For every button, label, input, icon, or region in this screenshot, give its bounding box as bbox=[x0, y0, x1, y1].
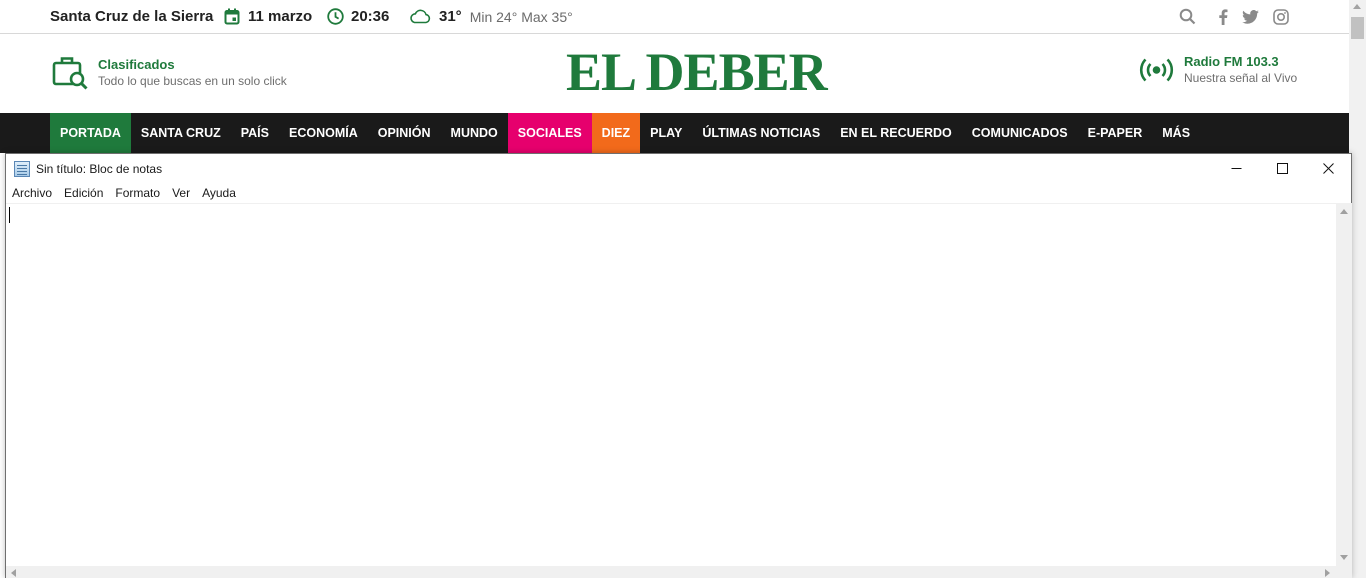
min-max-temperature: Min 24° Max 35° bbox=[469, 8, 573, 25]
maximize-icon bbox=[1276, 163, 1288, 174]
nav-item-e-paper[interactable]: E-PAPER bbox=[1078, 113, 1153, 153]
notepad-title-bar[interactable]: Sin título: Bloc de notas bbox=[6, 154, 1351, 183]
close-button[interactable] bbox=[1305, 154, 1351, 183]
temperature-value: 31° bbox=[439, 8, 462, 25]
menu-ayuda[interactable]: Ayuda bbox=[196, 186, 242, 200]
city-label: Santa Cruz de la Sierra bbox=[50, 8, 214, 25]
nav-item-santa-cruz[interactable]: SANTA CRUZ bbox=[131, 113, 231, 153]
nav-item-diez[interactable]: DIEZ bbox=[591, 113, 641, 153]
menu-edicion[interactable]: Edición bbox=[58, 186, 109, 200]
notepad-menu-bar: Archivo Edición Formato Ver Ayuda bbox=[6, 183, 242, 203]
nav-item-opinion[interactable]: OPINIÓN bbox=[368, 113, 441, 153]
date-value: 11 marzo bbox=[248, 8, 313, 25]
clasificados-link[interactable]: Clasificados Todo lo que buscas en un so… bbox=[52, 54, 287, 92]
site-header: Clasificados Todo lo que buscas en un so… bbox=[0, 34, 1349, 113]
topbar-actions bbox=[1179, 0, 1289, 33]
nav-item-portada[interactable]: PORTADA bbox=[50, 113, 131, 153]
notepad-app-icon bbox=[14, 160, 30, 177]
nav-item-sociales[interactable]: SOCIALES bbox=[507, 113, 592, 153]
text-caret bbox=[9, 207, 10, 223]
scrollbar-corner bbox=[1336, 566, 1352, 578]
nav-item-mundo[interactable]: MUNDO bbox=[441, 113, 508, 153]
nav-list: PORTADA SANTA CRUZ PAÍS ECONOMÍA OPINIÓN… bbox=[50, 113, 1200, 153]
maximize-button[interactable] bbox=[1259, 154, 1305, 183]
site-logo[interactable]: EL DEBER bbox=[566, 42, 828, 102]
nav-item-play[interactable]: PLAY bbox=[640, 113, 692, 153]
scroll-down-arrow-icon[interactable] bbox=[1340, 555, 1348, 560]
notepad-vertical-scrollbar[interactable] bbox=[1336, 203, 1352, 566]
nav-item-en-el-recuerdo[interactable]: EN EL RECUERDO bbox=[830, 113, 962, 153]
page-scrollbar-thumb[interactable] bbox=[1351, 17, 1364, 39]
close-icon bbox=[1322, 163, 1334, 174]
menu-formato[interactable]: Formato bbox=[109, 186, 166, 200]
minimize-icon bbox=[1231, 168, 1241, 169]
nav-item-comunicados[interactable]: COMUNICADOS bbox=[962, 113, 1078, 153]
scroll-right-arrow-icon[interactable] bbox=[1325, 569, 1330, 577]
scroll-left-arrow-icon[interactable] bbox=[11, 569, 16, 577]
briefcase-search-icon bbox=[52, 54, 89, 92]
nav-item-pais[interactable]: PAÍS bbox=[231, 113, 279, 153]
main-nav: PORTADA SANTA CRUZ PAÍS ECONOMÍA OPINIÓN… bbox=[0, 113, 1349, 153]
instagram-icon[interactable] bbox=[1273, 8, 1289, 25]
nav-item-mas[interactable]: MÁS bbox=[1152, 113, 1200, 153]
minimize-button[interactable] bbox=[1213, 154, 1259, 183]
twitter-icon[interactable] bbox=[1242, 9, 1259, 24]
nav-item-ultimas-noticias[interactable]: ÚLTIMAS NOTICIAS bbox=[692, 113, 830, 153]
scroll-up-arrow-icon[interactable] bbox=[1353, 4, 1361, 9]
top-info-bar: Santa Cruz de la Sierra 11 marzo 20:36 3… bbox=[0, 0, 1349, 34]
clock-icon bbox=[327, 8, 344, 25]
clasificados-subtitle: Todo lo que buscas en un solo click bbox=[98, 74, 287, 88]
cloud-icon bbox=[409, 9, 431, 24]
date-display: 11 marzo bbox=[224, 0, 312, 33]
calendar-icon bbox=[224, 8, 240, 25]
time-value: 20:36 bbox=[351, 8, 390, 25]
clasificados-text: Clasificados Todo lo que buscas en un so… bbox=[98, 57, 287, 89]
notepad-window: Sin título: Bloc de notas Archivo Edició… bbox=[5, 153, 1352, 578]
facebook-icon[interactable] bbox=[1218, 8, 1228, 25]
radio-title: Radio FM 103.3 bbox=[1184, 54, 1279, 69]
notepad-title: Sin título: Bloc de notas bbox=[36, 161, 163, 176]
window-controls bbox=[1213, 154, 1351, 183]
time-display: 20:36 bbox=[327, 0, 389, 33]
radio-link[interactable]: Radio FM 103.3 Nuestra señal al Vivo bbox=[1138, 54, 1297, 86]
menu-ver[interactable]: Ver bbox=[166, 186, 196, 200]
search-icon[interactable] bbox=[1179, 8, 1196, 25]
nav-item-economia[interactable]: ECONOMÍA bbox=[279, 113, 368, 153]
scroll-up-arrow-icon[interactable] bbox=[1340, 209, 1348, 214]
radio-signal-icon bbox=[1138, 57, 1175, 83]
notepad-text-area[interactable] bbox=[6, 203, 1336, 566]
radio-text: Radio FM 103.3 Nuestra señal al Vivo bbox=[1184, 54, 1297, 86]
clasificados-title: Clasificados bbox=[98, 57, 175, 72]
weather-display: 31° Min 24° Max 35° bbox=[409, 0, 573, 33]
notepad-horizontal-scrollbar[interactable] bbox=[6, 566, 1336, 578]
screen: Santa Cruz de la Sierra 11 marzo 20:36 3… bbox=[0, 0, 1366, 578]
radio-subtitle: Nuestra señal al Vivo bbox=[1184, 71, 1298, 85]
menu-archivo[interactable]: Archivo bbox=[6, 186, 58, 200]
